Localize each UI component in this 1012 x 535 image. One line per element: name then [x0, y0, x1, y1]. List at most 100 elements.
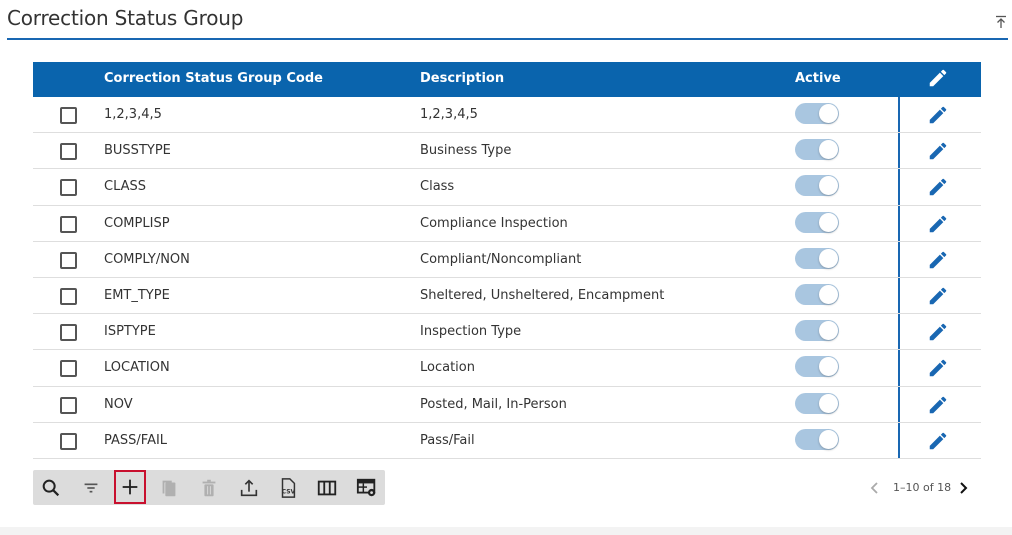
column-header-code[interactable]: Correction Status Group Code	[104, 71, 323, 86]
copy-button[interactable]	[153, 470, 185, 505]
pencil-icon	[929, 69, 947, 87]
row-description: Location	[420, 360, 475, 376]
row-checkbox[interactable]	[60, 251, 77, 269]
table-settings-icon	[356, 478, 376, 496]
toggle-knob	[819, 212, 838, 232]
column-divider	[898, 97, 900, 133]
column-header-description[interactable]: Description	[420, 71, 504, 86]
active-toggle[interactable]	[795, 320, 839, 342]
active-toggle[interactable]	[795, 247, 839, 269]
edit-pencil-icon[interactable]	[927, 176, 949, 198]
table-body: 1,2,3,4,5 1,2,3,4,5 BUSSTYPE Business Type C…	[33, 97, 981, 459]
edit-pencil-icon[interactable]	[927, 104, 949, 126]
table-row[interactable]: PASS/FAIL Pass/Fail	[33, 422, 981, 459]
copy-icon	[162, 480, 176, 496]
table-row[interactable]: NOV Posted, Mail, In-Person	[33, 386, 981, 423]
toggle-knob	[819, 284, 838, 304]
column-divider	[898, 422, 900, 458]
edit-pencil-icon[interactable]	[927, 321, 949, 343]
collapse-up-icon[interactable]	[995, 15, 1007, 29]
row-description: Class	[420, 179, 455, 195]
edit-pencil-icon[interactable]	[927, 394, 949, 416]
row-description: Inspection Type	[420, 324, 522, 340]
edit-pencil-icon[interactable]	[927, 140, 949, 162]
active-toggle[interactable]	[795, 392, 839, 414]
grid-toolbar: CSV	[33, 470, 385, 505]
edit-pencil-icon[interactable]	[927, 357, 949, 379]
page-title: Correction Status Group	[7, 6, 244, 30]
add-button[interactable]	[114, 470, 146, 504]
column-header-active[interactable]: Active	[795, 71, 841, 86]
column-divider	[898, 241, 900, 277]
pagination-range: 1–10 of 18	[893, 481, 952, 494]
row-description: Posted, Mail, In-Person	[420, 396, 567, 412]
table-row[interactable]: ISPTYPE Inspection Type	[33, 314, 981, 351]
next-page-icon[interactable]	[956, 480, 970, 496]
toggle-knob	[819, 104, 838, 123]
toggle-knob	[819, 176, 838, 196]
table-row[interactable]: BUSSTYPE Business Type	[33, 133, 981, 170]
row-code: CLASS	[104, 179, 147, 195]
csv-icon: CSV	[281, 477, 296, 498]
table-settings-button[interactable]	[351, 470, 383, 505]
row-checkbox[interactable]	[60, 143, 77, 161]
previous-page-icon[interactable]	[868, 480, 882, 496]
active-toggle[interactable]	[795, 356, 839, 378]
column-divider	[898, 277, 900, 314]
filter-button[interactable]	[75, 470, 107, 505]
row-description: Compliant/Noncompliant	[420, 251, 582, 267]
row-description: Business Type	[420, 143, 512, 159]
table-header: Correction Status Group Code Description…	[33, 62, 981, 97]
column-divider	[898, 350, 900, 386]
columns-button[interactable]	[311, 470, 343, 505]
table-row[interactable]: LOCATION Location	[33, 350, 981, 387]
column-divider	[898, 205, 900, 241]
row-checkbox[interactable]	[60, 287, 77, 305]
row-checkbox[interactable]	[60, 396, 77, 414]
column-divider	[898, 133, 900, 169]
csv-export-button[interactable]: CSV	[272, 470, 304, 505]
active-toggle[interactable]	[795, 211, 839, 233]
row-checkbox[interactable]	[60, 432, 77, 450]
filter-icon	[84, 483, 98, 492]
row-checkbox[interactable]	[60, 215, 77, 233]
active-toggle[interactable]	[795, 175, 839, 197]
table-row[interactable]: EMT_TYPE Sheltered, Unsheltered, Encampme…	[33, 277, 981, 315]
edit-pencil-icon[interactable]	[927, 249, 949, 271]
row-checkbox[interactable]	[60, 324, 77, 342]
active-toggle[interactable]	[795, 103, 839, 124]
columns-icon	[317, 480, 337, 495]
svg-text:CSV: CSV	[282, 488, 296, 495]
export-button[interactable]	[233, 470, 265, 505]
edit-pencil-icon[interactable]	[927, 430, 949, 452]
delete-button[interactable]	[193, 470, 225, 505]
add-icon	[122, 479, 138, 495]
search-button[interactable]	[35, 470, 67, 505]
upload-icon	[240, 478, 258, 496]
table-row[interactable]: COMPLISP Compliance Inspection	[33, 205, 981, 242]
toggle-knob	[819, 429, 838, 449]
row-description: Compliance Inspection	[420, 215, 568, 231]
active-toggle[interactable]	[795, 283, 839, 305]
column-divider	[898, 386, 900, 422]
toggle-knob	[819, 357, 838, 377]
table-row[interactable]: COMPLY/NON Compliant/Noncompliant	[33, 241, 981, 278]
table-row[interactable]: CLASS Class	[33, 169, 981, 206]
edit-pencil-icon[interactable]	[927, 285, 949, 307]
active-toggle[interactable]	[795, 139, 839, 161]
row-checkbox[interactable]	[60, 107, 77, 124]
table-row[interactable]: 1,2,3,4,5 1,2,3,4,5	[33, 97, 981, 134]
row-code: EMT_TYPE	[104, 287, 170, 303]
active-toggle[interactable]	[795, 428, 839, 450]
row-description: Sheltered, Unsheltered, Encampment	[420, 287, 665, 303]
row-checkbox[interactable]	[60, 179, 77, 197]
row-code: NOV	[104, 396, 133, 412]
title-divider	[7, 38, 1008, 40]
trash-icon	[202, 479, 216, 496]
row-checkbox[interactable]	[60, 360, 77, 378]
edit-pencil-icon[interactable]	[927, 213, 949, 235]
row-code: BUSSTYPE	[104, 143, 171, 159]
row-description: 1,2,3,4,5	[420, 107, 478, 122]
row-code: LOCATION	[104, 360, 170, 376]
row-code: 1,2,3,4,5	[104, 107, 162, 122]
